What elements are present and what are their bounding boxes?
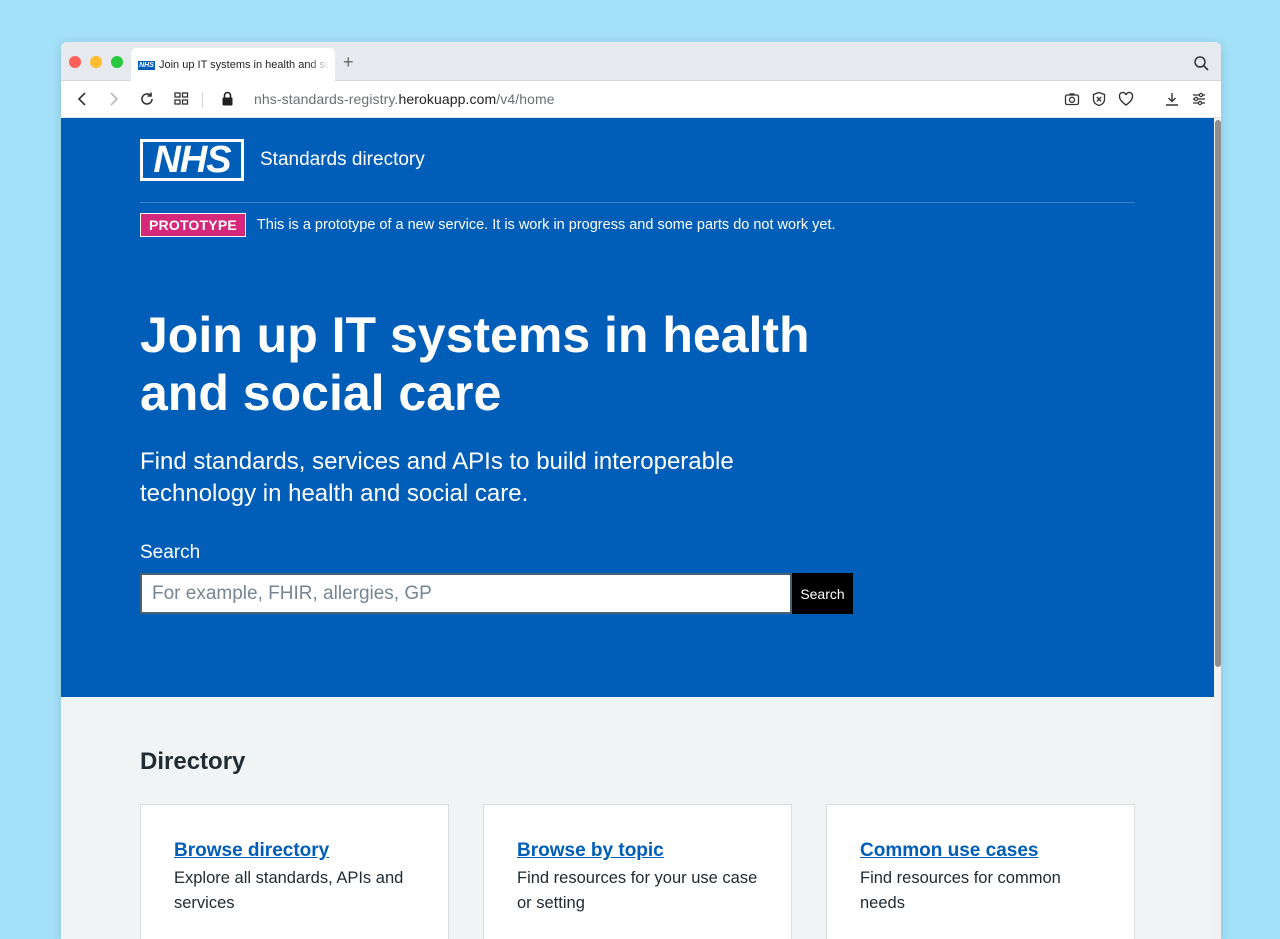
search-tabs-icon[interactable] (1194, 56, 1209, 76)
address-bar: nhs-standards-registry.herokuapp.com/v4/… (61, 81, 1221, 118)
search-label: Search (140, 542, 201, 563)
site-header: NHS Standards directory (140, 139, 425, 181)
download-icon[interactable] (1164, 91, 1180, 107)
card-description: Explore all standards, APIs and services (174, 869, 404, 912)
nhs-logo[interactable]: NHS (140, 139, 244, 181)
browser-tab-active[interactable]: NHS Join up IT systems in health and soc… (131, 48, 335, 82)
search-button[interactable]: Search (792, 573, 853, 614)
tab-grid-icon[interactable] (174, 91, 189, 111)
browse-by-topic-link[interactable]: Browse by topic (517, 840, 758, 862)
easy-setup-menu-icon[interactable] (1191, 91, 1207, 107)
close-window-button[interactable] (69, 56, 81, 68)
card-common-use-cases: Common use cases Find resources for comm… (826, 804, 1135, 939)
forward-arrow-icon[interactable] (107, 91, 121, 112)
card-browse-directory: Browse directory Explore all standards, … (140, 804, 449, 939)
url-field[interactable]: nhs-standards-registry.herokuapp.com/v4/… (254, 91, 555, 107)
card-description: Find resources for your use case or sett… (517, 869, 758, 912)
url-path: /v4/home (496, 91, 555, 107)
search-input[interactable] (140, 573, 792, 614)
url-domain: herokuapp.com (398, 91, 497, 107)
card-description: Find resources for common needs (860, 869, 1061, 912)
browse-directory-link[interactable]: Browse directory (174, 840, 415, 862)
phase-banner-text: This is a prototype of a new service. It… (256, 217, 836, 233)
browser-window: NHS Join up IT systems in health and soc… (61, 42, 1221, 939)
maximize-window-button[interactable] (111, 56, 123, 68)
new-tab-button[interactable]: + (343, 52, 354, 72)
camera-icon[interactable] (1064, 91, 1080, 107)
card-browse-by-topic: Browse by topic Find resources for your … (483, 804, 792, 939)
page-title: Join up IT systems in health and social … (140, 307, 810, 421)
nhs-logo-text: NHS (143, 141, 241, 179)
directory-heading: Directory (140, 748, 246, 775)
service-name[interactable]: Standards directory (260, 149, 425, 171)
toolbar-spacer (1145, 91, 1153, 107)
common-use-cases-link[interactable]: Common use cases (860, 840, 1101, 862)
tab-title: Join up IT systems in health and social … (159, 59, 329, 71)
page-viewport: NHS Standards directory PROTOTYPE This i… (61, 118, 1221, 939)
heart-icon[interactable] (1118, 91, 1134, 107)
lock-icon[interactable] (221, 91, 234, 111)
prototype-tag: PROTOTYPE (140, 213, 246, 237)
tracker-blocker-icon[interactable] (1091, 91, 1107, 107)
directory-cards: Browse directory Explore all standards, … (140, 804, 1135, 939)
toolbar-right (1064, 91, 1207, 107)
hero-lede: Find standards, services and APIs to bui… (140, 448, 734, 507)
hero-section: NHS Standards directory PROTOTYPE This i… (61, 118, 1214, 697)
nhs-favicon-icon: NHS (138, 60, 155, 70)
url-prefix: nhs-standards-registry. (254, 91, 399, 107)
window-controls (69, 56, 123, 68)
vertical-scrollbar[interactable] (1214, 118, 1221, 939)
back-arrow-icon[interactable] (75, 91, 89, 112)
scrollbar-thumb[interactable] (1215, 120, 1221, 667)
reload-icon[interactable] (139, 91, 155, 112)
tab-strip: NHS Join up IT systems in health and soc… (61, 42, 1221, 82)
minimize-window-button[interactable] (90, 56, 102, 68)
phase-banner: PROTOTYPE This is a prototype of a new s… (140, 213, 836, 237)
header-divider (140, 202, 1135, 203)
toolbar-divider (202, 92, 203, 108)
